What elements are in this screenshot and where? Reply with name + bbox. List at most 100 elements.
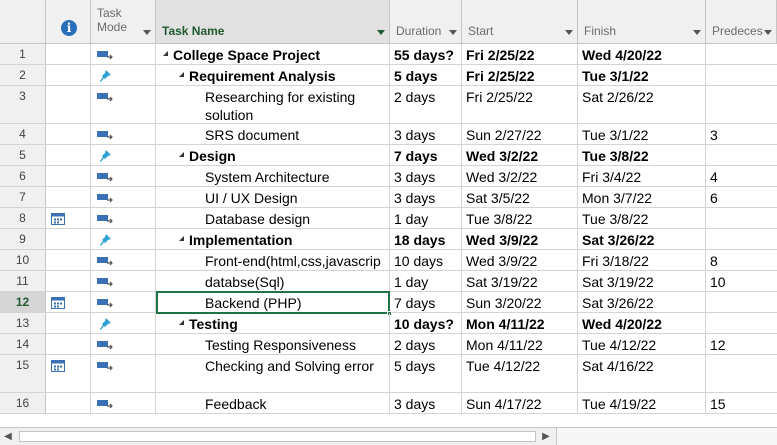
predecessors-cell[interactable] <box>706 355 777 393</box>
start-cell[interactable]: Mon 4/11/22 <box>462 334 578 355</box>
task-name-cell[interactable]: Feedback <box>156 393 390 414</box>
row-number[interactable]: 1 <box>0 44 46 65</box>
duration-cell[interactable]: 7 days <box>390 145 462 166</box>
finish-cell[interactable]: Fri 3/4/22 <box>578 166 706 187</box>
start-cell[interactable]: Mon 4/11/22 <box>462 313 578 334</box>
duration-cell[interactable]: 10 days <box>390 250 462 271</box>
table-row[interactable]: 5 Design 7 days Wed 3/2/22 Tue 3/8/22 <box>0 145 777 166</box>
predecessors-cell[interactable] <box>706 229 777 250</box>
row-number[interactable]: 4 <box>0 124 46 145</box>
select-all-corner[interactable] <box>0 0 46 44</box>
predecessors-cell[interactable]: 8 <box>706 250 777 271</box>
header-task-name[interactable]: Task Name <box>156 0 390 44</box>
collapse-triangle-icon[interactable] <box>176 320 184 325</box>
start-cell[interactable]: Tue 3/8/22 <box>462 208 578 229</box>
start-cell[interactable]: Wed 3/2/22 <box>462 145 578 166</box>
task-name-cell[interactable]: Front-end(html,css,javascrip <box>156 250 390 271</box>
predecessors-cell[interactable]: 10 <box>706 271 777 292</box>
predecessors-cell[interactable] <box>706 86 777 124</box>
predecessors-cell[interactable] <box>706 65 777 86</box>
header-predecessors[interactable]: Predeces <box>706 0 777 44</box>
collapse-triangle-icon[interactable] <box>160 51 168 56</box>
duration-cell[interactable]: 5 days <box>390 65 462 86</box>
collapse-triangle-icon[interactable] <box>176 152 184 157</box>
table-row[interactable]: 16 Feedback 3 days Sun 4/17/22 Tue 4/19/22 15 <box>0 393 777 414</box>
start-cell[interactable]: Sun 3/20/22 <box>462 292 578 313</box>
start-cell[interactable]: Sun 2/27/22 <box>462 124 578 145</box>
indicator-cell[interactable] <box>46 124 91 145</box>
start-cell[interactable]: Wed 3/2/22 <box>462 166 578 187</box>
table-row[interactable]: 14 Testing Responsiveness 2 days Mon 4/11/2… <box>0 334 777 355</box>
task-mode-cell[interactable] <box>91 65 156 86</box>
row-number[interactable]: 5 <box>0 145 46 166</box>
horizontal-scrollbar[interactable]: ◀ ▶ <box>0 427 777 445</box>
task-mode-cell[interactable] <box>91 44 156 65</box>
start-cell[interactable]: Fri 2/25/22 <box>462 44 578 65</box>
task-name-cell[interactable]: Requirement Analysis <box>156 65 390 86</box>
scroll-right-icon[interactable]: ▶ <box>538 428 554 445</box>
task-name-cell[interactable]: System Architecture <box>156 166 390 187</box>
task-mode-cell[interactable] <box>91 208 156 229</box>
finish-cell[interactable]: Sat 2/26/22 <box>578 86 706 124</box>
row-number[interactable]: 15 <box>0 355 46 393</box>
task-mode-cell[interactable] <box>91 166 156 187</box>
task-mode-cell[interactable] <box>91 86 156 124</box>
header-finish[interactable]: Finish <box>578 0 706 44</box>
duration-cell[interactable]: 2 days <box>390 334 462 355</box>
row-number[interactable]: 7 <box>0 187 46 208</box>
collapse-triangle-icon[interactable] <box>176 236 184 241</box>
start-cell[interactable]: Tue 4/12/22 <box>462 355 578 393</box>
predecessors-cell[interactable]: 12 <box>706 334 777 355</box>
start-cell[interactable]: Fri 2/25/22 <box>462 65 578 86</box>
indicator-cell[interactable] <box>46 313 91 334</box>
task-name-cell[interactable]: College Space Project <box>156 44 390 65</box>
indicator-cell[interactable] <box>46 355 91 393</box>
finish-cell[interactable]: Tue 3/1/22 <box>578 65 706 86</box>
indicator-cell[interactable] <box>46 187 91 208</box>
task-name-cell[interactable]: Testing <box>156 313 390 334</box>
task-mode-cell[interactable] <box>91 187 156 208</box>
table-row[interactable]: 3 Researching for existing solution 2 days… <box>0 86 777 124</box>
table-row[interactable]: 6 System Architecture 3 days Wed 3/2/22 Fri … <box>0 166 777 187</box>
finish-cell[interactable]: Tue 4/19/22 <box>578 393 706 414</box>
predecessors-cell[interactable]: 15 <box>706 393 777 414</box>
predecessors-cell[interactable]: 6 <box>706 187 777 208</box>
table-row[interactable]: 2 Requirement Analysis 5 days Fri 2/25/22 Tu… <box>0 65 777 86</box>
indicator-cell[interactable] <box>46 229 91 250</box>
finish-cell[interactable]: Tue 3/1/22 <box>578 124 706 145</box>
duration-cell[interactable]: 3 days <box>390 166 462 187</box>
duration-cell[interactable]: 18 days <box>390 229 462 250</box>
start-cell[interactable]: Sat 3/5/22 <box>462 187 578 208</box>
task-mode-cell[interactable] <box>91 145 156 166</box>
row-number[interactable]: 16 <box>0 393 46 414</box>
predecessors-cell[interactable]: 3 <box>706 124 777 145</box>
task-mode-cell[interactable] <box>91 124 156 145</box>
start-cell[interactable]: Wed 3/9/22 <box>462 250 578 271</box>
task-mode-cell[interactable] <box>91 334 156 355</box>
task-mode-cell[interactable] <box>91 229 156 250</box>
row-number[interactable]: 3 <box>0 86 46 124</box>
table-row[interactable]: 9 Implementation 18 days Wed 3/9/22 Sat 3/26… <box>0 229 777 250</box>
duration-cell[interactable]: 2 days <box>390 86 462 124</box>
finish-cell[interactable]: Tue 3/8/22 <box>578 208 706 229</box>
collapse-triangle-icon[interactable] <box>176 72 184 77</box>
predecessors-cell[interactable]: 4 <box>706 166 777 187</box>
table-row[interactable]: 8 Database design 1 day Tue 3/8/22 Tue 3/8/2… <box>0 208 777 229</box>
row-number[interactable]: 9 <box>0 229 46 250</box>
duration-cell[interactable]: 3 days <box>390 124 462 145</box>
table-row[interactable]: 4 SRS document 3 days Sun 2/27/22 Tue 3/1/22… <box>0 124 777 145</box>
indicator-cell[interactable] <box>46 208 91 229</box>
indicator-cell[interactable] <box>46 44 91 65</box>
header-indicators[interactable]: i <box>46 0 91 44</box>
start-cell[interactable]: Fri 2/25/22 <box>462 86 578 124</box>
duration-cell[interactable]: 3 days <box>390 393 462 414</box>
predecessors-cell[interactable] <box>706 313 777 334</box>
finish-cell[interactable]: Tue 4/12/22 <box>578 334 706 355</box>
table-row[interactable]: 15 Checking and Solving error 5 days Tue 4/… <box>0 355 777 393</box>
indicator-cell[interactable] <box>46 145 91 166</box>
finish-cell[interactable]: Wed 4/20/22 <box>578 44 706 65</box>
duration-cell[interactable]: 3 days <box>390 187 462 208</box>
row-number[interactable]: 11 <box>0 271 46 292</box>
row-number[interactable]: 10 <box>0 250 46 271</box>
row-number[interactable]: 8 <box>0 208 46 229</box>
